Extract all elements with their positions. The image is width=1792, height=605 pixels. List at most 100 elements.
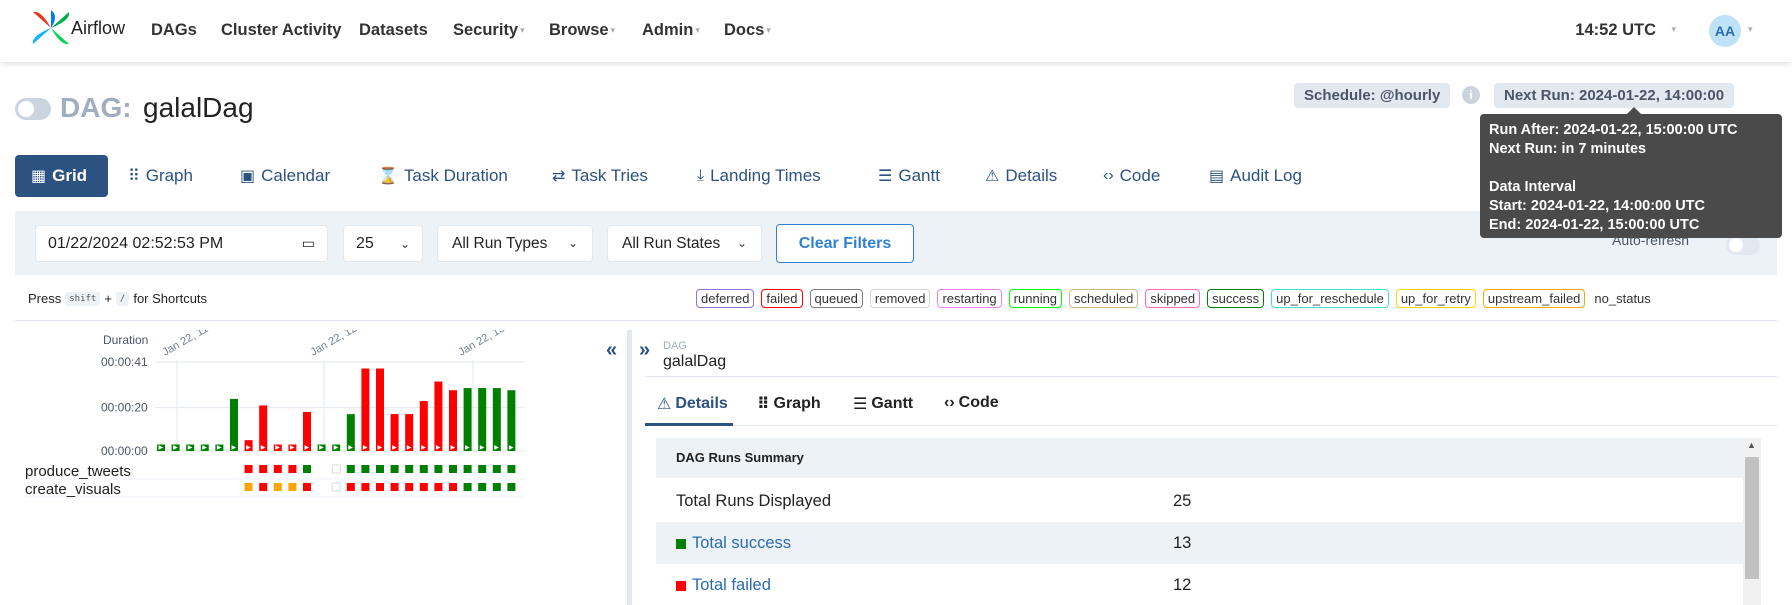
- legend-upstream-failed[interactable]: upstream_failed: [1482, 288, 1586, 308]
- detail-tab-code[interactable]: ‹› Code: [944, 394, 999, 412]
- auto-refresh-toggle[interactable]: [1726, 235, 1760, 255]
- run-bar[interactable]: [376, 368, 384, 451]
- nav-browse[interactable]: Browse ▾: [549, 21, 615, 40]
- nav-cluster-activity[interactable]: Cluster Activity: [221, 21, 341, 40]
- task-instance-square[interactable]: [361, 483, 370, 491]
- calendar-icon[interactable]: ▭: [302, 235, 315, 252]
- legend-deferred[interactable]: deferred: [696, 288, 755, 308]
- run-state-select[interactable]: All Run States ⌄: [607, 225, 762, 262]
- chevron-down-icon[interactable]: ▾: [1671, 24, 1676, 35]
- task-instance-square[interactable]: [390, 483, 399, 491]
- nav-admin[interactable]: Admin ▾: [642, 21, 700, 40]
- nav-security[interactable]: Security ▾: [453, 21, 525, 40]
- task-instance-square[interactable]: [346, 465, 355, 473]
- legend-skipped[interactable]: skipped: [1145, 288, 1201, 308]
- task-instance-square[interactable]: [507, 483, 516, 491]
- run-bar[interactable]: [492, 388, 501, 451]
- collapse-grid-icon[interactable]: «: [606, 339, 617, 362]
- utc-time-display[interactable]: 14:52 UTC: [1575, 21, 1656, 40]
- task-instance-square[interactable]: [273, 465, 282, 473]
- task-instance-square[interactable]: [507, 465, 516, 473]
- nav-docs[interactable]: Docs ▾: [724, 21, 771, 40]
- legend-no-status[interactable]: no_status: [1592, 290, 1652, 307]
- panel-divider[interactable]: [627, 330, 632, 605]
- run-bar[interactable]: [434, 381, 443, 451]
- user-avatar[interactable]: AA: [1709, 15, 1741, 47]
- tab-details[interactable]: ⚠ Details: [985, 155, 1057, 197]
- nav-dags[interactable]: DAGs: [151, 21, 197, 40]
- legend-up-for-reschedule[interactable]: up_for_reschedule: [1271, 288, 1389, 308]
- tab-audit-log[interactable]: ▤ Audit Log: [1209, 155, 1302, 197]
- detail-tab-details[interactable]: ⚠ Details: [657, 394, 728, 414]
- run-bar[interactable]: [361, 368, 370, 451]
- total-failed-link[interactable]: Total failed: [692, 576, 771, 595]
- legend-failed[interactable]: failed: [761, 288, 803, 308]
- tab-graph[interactable]: ⠿ Graph: [128, 155, 193, 197]
- task-instance-square[interactable]: [463, 465, 472, 473]
- detail-tab-gantt[interactable]: ☰ Gantt: [853, 394, 913, 414]
- tab-task-duration[interactable]: ⌛ Task Duration: [378, 155, 508, 197]
- scrollbar-thumb[interactable]: [1745, 457, 1759, 579]
- task-instance-square[interactable]: [259, 483, 268, 491]
- base-date-input[interactable]: 01/22/2024 02:52:53 PM ▭: [35, 225, 328, 262]
- tab-gantt[interactable]: ☰ Gantt: [878, 155, 940, 197]
- clear-filters-button[interactable]: Clear Filters: [776, 224, 914, 263]
- task-instance-square[interactable]: [449, 465, 457, 473]
- task-instance-square[interactable]: [331, 482, 341, 492]
- legend-scheduled[interactable]: scheduled: [1069, 288, 1139, 308]
- airflow-logo-icon[interactable]: [29, 8, 73, 48]
- task-instance-square[interactable]: [346, 483, 355, 491]
- task-instance-square[interactable]: [331, 464, 341, 474]
- task-instance-square[interactable]: [434, 483, 443, 491]
- tab-landing-times[interactable]: ⤓ Landing Times: [697, 155, 821, 197]
- run-bar[interactable]: [463, 388, 472, 451]
- legend-success[interactable]: success: [1207, 288, 1265, 308]
- nav-datasets[interactable]: Datasets: [359, 21, 428, 40]
- task-instance-square[interactable]: [492, 465, 501, 473]
- task-instance-square[interactable]: [390, 465, 399, 473]
- task-instance-square[interactable]: [434, 465, 443, 473]
- brand-name[interactable]: Airflow: [71, 18, 125, 39]
- tab-calendar[interactable]: ▣ Calendar: [240, 155, 330, 197]
- task-instance-square[interactable]: [405, 465, 414, 473]
- task-instance-square[interactable]: [361, 465, 370, 473]
- dag-pause-toggle[interactable]: [15, 98, 51, 120]
- run-bar[interactable]: [507, 390, 516, 451]
- task-instance-square[interactable]: [303, 483, 311, 491]
- task-instance-square[interactable]: [419, 465, 428, 473]
- chevron-down-icon[interactable]: ▾: [1748, 24, 1753, 35]
- task-instance-square[interactable]: [376, 465, 384, 473]
- legend-removed[interactable]: removed: [869, 288, 931, 308]
- run-bar[interactable]: [230, 398, 238, 451]
- task-instance-square[interactable]: [244, 465, 253, 473]
- total-success-link[interactable]: Total success: [692, 534, 791, 553]
- next-run-badge[interactable]: Next Run: 2024-01-22, 14:00:00: [1494, 83, 1735, 108]
- task-instance-square[interactable]: [244, 483, 253, 491]
- legend-restarting[interactable]: restarting: [937, 288, 1002, 308]
- task-instance-square[interactable]: [288, 465, 297, 473]
- task-instance-square[interactable]: [419, 483, 428, 491]
- run-type-select[interactable]: All Run Types ⌄: [437, 225, 593, 262]
- num-runs-select[interactable]: 25 ⌄: [343, 225, 423, 262]
- task-instance-square[interactable]: [492, 483, 501, 491]
- breadcrumb-dag[interactable]: galalDag: [663, 353, 726, 371]
- task-instance-square[interactable]: [273, 483, 282, 491]
- task-instance-square[interactable]: [463, 483, 472, 491]
- run-bar[interactable]: [449, 390, 457, 451]
- legend-queued[interactable]: queued: [809, 288, 863, 308]
- task-instance-square[interactable]: [405, 483, 414, 491]
- tab-task-tries[interactable]: ⇄ Task Tries: [552, 155, 648, 197]
- run-bar[interactable]: [478, 388, 487, 451]
- legend-up-for-retry[interactable]: up_for_retry: [1395, 288, 1476, 308]
- detail-tab-graph[interactable]: ⠿ Graph: [757, 394, 821, 414]
- task-instance-square[interactable]: [478, 483, 487, 491]
- task-instance-square[interactable]: [259, 465, 268, 473]
- expand-details-icon[interactable]: »: [639, 339, 650, 362]
- tab-code[interactable]: ‹› Code: [1103, 155, 1160, 197]
- scroll-up-icon[interactable]: ▲: [1747, 440, 1756, 450]
- task-instance-square[interactable]: [449, 483, 457, 491]
- tab-grid[interactable]: ▦ Grid: [15, 155, 108, 197]
- task-instance-square[interactable]: [303, 465, 311, 473]
- task-instance-square[interactable]: [376, 483, 384, 491]
- legend-running[interactable]: running: [1008, 288, 1063, 308]
